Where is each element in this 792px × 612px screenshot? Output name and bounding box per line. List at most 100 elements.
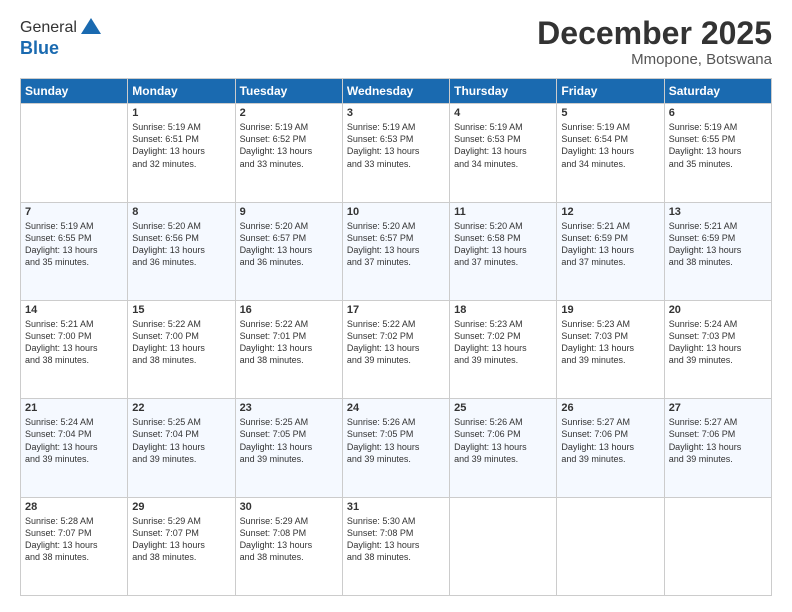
day-number: 7 xyxy=(25,206,123,218)
calendar-cell: 7 Sunrise: 5:19 AM Sunset: 6:55 PM Daylig… xyxy=(21,202,128,300)
calendar-cell: 25 Sunrise: 5:26 AM Sunset: 7:06 PM Dayli… xyxy=(450,399,557,497)
calendar-cell: 5Sunrise: 5:19 AM Sunset: 6:54 PM Daylig… xyxy=(557,104,664,202)
calendar-cell: 16 Sunrise: 5:22 AM Sunset: 7:01 PM Dayli… xyxy=(235,300,342,398)
title-block: December 2025 Mmopone, Botswana xyxy=(537,16,772,68)
day-number: 25 xyxy=(454,402,552,414)
day-number: 10 xyxy=(347,206,445,218)
calendar-cell: 26Sunrise: 5:27 AM Sunset: 7:06 PM Dayli… xyxy=(557,399,664,497)
calendar: SundayMondayTuesdayWednesdayThursdayFrid… xyxy=(20,78,772,596)
calendar-cell: 29 Sunrise: 5:29 AM Sunset: 7:07 PM Dayli… xyxy=(128,497,235,595)
cell-info: Sunrise: 5:23 AM Sunset: 7:03 PM Dayligh… xyxy=(561,318,659,367)
page: General Blue December 2025 Mmopone, Bots… xyxy=(0,0,792,612)
calendar-cell: 11 Sunrise: 5:20 AM Sunset: 6:58 PM Dayli… xyxy=(450,202,557,300)
calendar-cell: 17 Sunrise: 5:22 AM Sunset: 7:02 PM Dayli… xyxy=(342,300,449,398)
day-number: 23 xyxy=(240,402,338,414)
day-number: 21 xyxy=(25,402,123,414)
weekday-header: Wednesday xyxy=(342,79,449,104)
calendar-cell: 30 Sunrise: 5:29 AM Sunset: 7:08 PM Dayli… xyxy=(235,497,342,595)
cell-info: Sunrise: 5:26 AM Sunset: 7:06 PM Dayligh… xyxy=(454,416,552,465)
cell-info: Sunrise: 5:29 AM Sunset: 7:07 PM Dayligh… xyxy=(132,515,230,564)
day-number: 24 xyxy=(347,402,445,414)
day-number: 15 xyxy=(132,304,230,316)
cell-info: Sunrise: 5:30 AM Sunset: 7:08 PM Dayligh… xyxy=(347,515,445,564)
calendar-cell: 21 Sunrise: 5:24 AM Sunset: 7:04 PM Dayli… xyxy=(21,399,128,497)
calendar-cell: 22Sunrise: 5:25 AM Sunset: 7:04 PM Dayli… xyxy=(128,399,235,497)
day-number: 13 xyxy=(669,206,767,218)
day-number: 14 xyxy=(25,304,123,316)
cell-info: Sunrise: 5:20 AM Sunset: 6:57 PM Dayligh… xyxy=(347,220,445,269)
day-number: 19 xyxy=(561,304,659,316)
day-number: 22 xyxy=(132,402,230,414)
header: General Blue December 2025 Mmopone, Bots… xyxy=(20,16,772,68)
cell-info: Sunrise: 5:25 AM Sunset: 7:05 PM Dayligh… xyxy=(240,416,338,465)
day-number: 9 xyxy=(240,206,338,218)
cell-info: Sunrise: 5:19 AM Sunset: 6:51 PM Dayligh… xyxy=(132,121,230,170)
calendar-cell: 19 Sunrise: 5:23 AM Sunset: 7:03 PM Dayli… xyxy=(557,300,664,398)
calendar-cell: 14 Sunrise: 5:21 AM Sunset: 7:00 PM Dayli… xyxy=(21,300,128,398)
calendar-cell: 27 Sunrise: 5:27 AM Sunset: 7:06 PM Dayli… xyxy=(664,399,771,497)
cell-info: Sunrise: 5:26 AM Sunset: 7:05 PM Dayligh… xyxy=(347,416,445,465)
weekday-header: Tuesday xyxy=(235,79,342,104)
cell-info: Sunrise: 5:19 AM Sunset: 6:53 PM Dayligh… xyxy=(454,121,552,170)
weekday-header: Thursday xyxy=(450,79,557,104)
day-number: 11 xyxy=(454,206,552,218)
cell-info: Sunrise: 5:28 AM Sunset: 7:07 PM Dayligh… xyxy=(25,515,123,564)
day-number: 30 xyxy=(240,501,338,513)
cell-info: Sunrise: 5:24 AM Sunset: 7:03 PM Dayligh… xyxy=(669,318,767,367)
calendar-cell: 3Sunrise: 5:19 AM Sunset: 6:53 PM Daylig… xyxy=(342,104,449,202)
cell-info: Sunrise: 5:24 AM Sunset: 7:04 PM Dayligh… xyxy=(25,416,123,465)
day-number: 28 xyxy=(25,501,123,513)
calendar-cell xyxy=(450,497,557,595)
cell-info: Sunrise: 5:20 AM Sunset: 6:58 PM Dayligh… xyxy=(454,220,552,269)
cell-info: Sunrise: 5:23 AM Sunset: 7:02 PM Dayligh… xyxy=(454,318,552,367)
cell-info: Sunrise: 5:27 AM Sunset: 7:06 PM Dayligh… xyxy=(561,416,659,465)
calendar-cell: 23 Sunrise: 5:25 AM Sunset: 7:05 PM Dayli… xyxy=(235,399,342,497)
day-number: 17 xyxy=(347,304,445,316)
weekday-header: Sunday xyxy=(21,79,128,104)
calendar-cell: 31Sunrise: 5:30 AM Sunset: 7:08 PM Dayli… xyxy=(342,497,449,595)
day-number: 18 xyxy=(454,304,552,316)
logo: General Blue xyxy=(20,16,103,59)
calendar-cell: 20 Sunrise: 5:24 AM Sunset: 7:03 PM Dayli… xyxy=(664,300,771,398)
location: Mmopone, Botswana xyxy=(537,51,772,68)
calendar-cell: 6 Sunrise: 5:19 AM Sunset: 6:55 PM Daylig… xyxy=(664,104,771,202)
cell-info: Sunrise: 5:20 AM Sunset: 6:56 PM Dayligh… xyxy=(132,220,230,269)
cell-info: Sunrise: 5:19 AM Sunset: 6:55 PM Dayligh… xyxy=(25,220,123,269)
calendar-cell xyxy=(557,497,664,595)
day-number: 1 xyxy=(132,107,230,119)
day-number: 16 xyxy=(240,304,338,316)
calendar-cell: 1 Sunrise: 5:19 AM Sunset: 6:51 PM Daylig… xyxy=(128,104,235,202)
cell-info: Sunrise: 5:22 AM Sunset: 7:02 PM Dayligh… xyxy=(347,318,445,367)
cell-info: Sunrise: 5:22 AM Sunset: 7:01 PM Dayligh… xyxy=(240,318,338,367)
day-number: 4 xyxy=(454,107,552,119)
calendar-cell: 10 Sunrise: 5:20 AM Sunset: 6:57 PM Dayli… xyxy=(342,202,449,300)
calendar-cell: 13Sunrise: 5:21 AM Sunset: 6:59 PM Dayli… xyxy=(664,202,771,300)
calendar-cell xyxy=(21,104,128,202)
day-number: 5 xyxy=(561,107,659,119)
cell-info: Sunrise: 5:29 AM Sunset: 7:08 PM Dayligh… xyxy=(240,515,338,564)
day-number: 20 xyxy=(669,304,767,316)
calendar-cell: 15 Sunrise: 5:22 AM Sunset: 7:00 PM Dayli… xyxy=(128,300,235,398)
calendar-cell: 8 Sunrise: 5:20 AM Sunset: 6:56 PM Daylig… xyxy=(128,202,235,300)
day-number: 29 xyxy=(132,501,230,513)
logo-general: General xyxy=(20,19,77,37)
logo-icon xyxy=(79,16,103,40)
cell-info: Sunrise: 5:19 AM Sunset: 6:52 PM Dayligh… xyxy=(240,121,338,170)
cell-info: Sunrise: 5:19 AM Sunset: 6:55 PM Dayligh… xyxy=(669,121,767,170)
cell-info: Sunrise: 5:27 AM Sunset: 7:06 PM Dayligh… xyxy=(669,416,767,465)
cell-info: Sunrise: 5:21 AM Sunset: 6:59 PM Dayligh… xyxy=(561,220,659,269)
cell-info: Sunrise: 5:22 AM Sunset: 7:00 PM Dayligh… xyxy=(132,318,230,367)
weekday-header: Friday xyxy=(557,79,664,104)
cell-info: Sunrise: 5:21 AM Sunset: 7:00 PM Dayligh… xyxy=(25,318,123,367)
day-number: 6 xyxy=(669,107,767,119)
calendar-cell: 18 Sunrise: 5:23 AM Sunset: 7:02 PM Dayli… xyxy=(450,300,557,398)
weekday-header: Monday xyxy=(128,79,235,104)
month-title: December 2025 xyxy=(537,16,772,51)
cell-info: Sunrise: 5:20 AM Sunset: 6:57 PM Dayligh… xyxy=(240,220,338,269)
calendar-cell: 12Sunrise: 5:21 AM Sunset: 6:59 PM Dayli… xyxy=(557,202,664,300)
day-number: 8 xyxy=(132,206,230,218)
weekday-header: Saturday xyxy=(664,79,771,104)
logo-blue: Blue xyxy=(20,38,103,59)
calendar-cell: 2Sunrise: 5:19 AM Sunset: 6:52 PM Daylig… xyxy=(235,104,342,202)
day-number: 27 xyxy=(669,402,767,414)
